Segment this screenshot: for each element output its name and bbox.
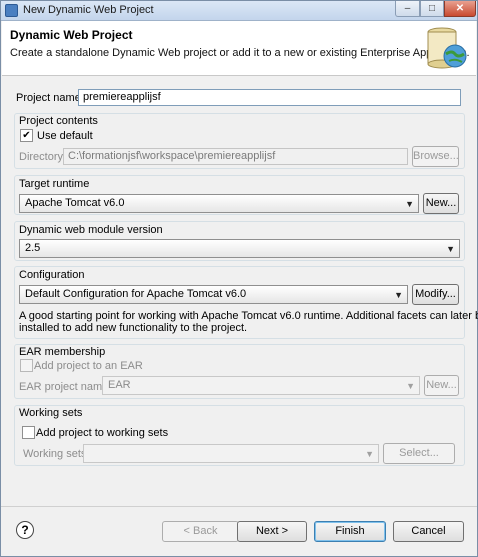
footer-separator [1, 506, 477, 507]
help-icon[interactable]: ? [16, 521, 34, 539]
ear-project-name-select[interactable]: EAR ▼ [102, 376, 420, 395]
title-bar: New Dynamic Web Project – □ ✕ [1, 1, 477, 21]
back-button[interactable]: < Back [162, 521, 239, 542]
maximize-button[interactable]: □ [420, 1, 444, 17]
configuration-description-line1: A good starting point for working with A… [19, 310, 478, 322]
dropdown-arrow-icon: ▼ [406, 381, 415, 391]
add-to-working-sets-checkbox[interactable] [22, 426, 35, 439]
working-sets-title: Working sets [19, 407, 83, 419]
configuration-value: Default Configuration for Apache Tomcat … [25, 288, 247, 300]
configuration-select[interactable]: Default Configuration for Apache Tomcat … [19, 285, 408, 304]
dropdown-arrow-icon: ▼ [365, 449, 374, 459]
wizard-title: Dynamic Web Project [10, 28, 133, 42]
directory-label: Directory: [19, 151, 67, 163]
ear-project-name-label: EAR project name: [19, 381, 112, 393]
configuration-title: Configuration [19, 269, 85, 281]
cancel-button[interactable]: Cancel [393, 521, 464, 542]
use-default-checkbox[interactable]: ✔ [20, 129, 33, 142]
ear-project-name-value: EAR [108, 379, 131, 391]
module-version-value: 2.5 [25, 242, 41, 254]
add-to-ear-label: Add project to an EAR [34, 360, 143, 372]
target-runtime-title: Target runtime [19, 178, 90, 190]
browse-button[interactable]: Browse... [412, 146, 459, 167]
working-sets-label: Working sets: [23, 448, 90, 460]
next-button[interactable]: Next > [237, 521, 307, 542]
add-to-working-sets-label: Add project to working sets [36, 427, 169, 439]
add-to-ear-checkbox[interactable] [20, 359, 33, 372]
dropdown-arrow-icon: ▼ [446, 244, 455, 254]
web-project-banner-icon [427, 27, 467, 69]
module-version-select[interactable]: 2.5 ▼ [19, 239, 460, 258]
module-version-title: Dynamic web module version [19, 224, 163, 236]
working-sets-select[interactable]: ▼ [83, 444, 379, 463]
wizard-description: Create a standalone Dynamic Web project … [10, 47, 470, 59]
eclipse-app-icon [5, 4, 18, 17]
window-title: New Dynamic Web Project [23, 4, 154, 16]
wizard-header: Dynamic Web Project Create a standalone … [2, 21, 476, 76]
project-name-input[interactable]: premiereapplijsf [78, 89, 461, 106]
close-button[interactable]: ✕ [444, 1, 476, 17]
new-runtime-button[interactable]: New... [423, 193, 459, 214]
minimize-button[interactable]: – [395, 1, 420, 17]
ear-membership-title: EAR membership [19, 346, 106, 358]
finish-button[interactable]: Finish [314, 521, 386, 542]
use-default-label: Use default [37, 130, 93, 142]
new-ear-button[interactable]: New... [424, 375, 459, 396]
modify-button[interactable]: Modify... [412, 284, 459, 305]
configuration-description-line2: installed to add new functionality to th… [19, 322, 248, 334]
dialog-window: New Dynamic Web Project – □ ✕ Dynamic We… [0, 0, 478, 557]
project-name-label: Project name: [16, 92, 84, 104]
target-runtime-select[interactable]: Apache Tomcat v6.0 ▼ [19, 194, 419, 213]
project-contents-title: Project contents [19, 115, 98, 127]
dropdown-arrow-icon: ▼ [394, 290, 403, 300]
target-runtime-value: Apache Tomcat v6.0 [25, 197, 125, 209]
dropdown-arrow-icon: ▼ [405, 199, 414, 209]
directory-input[interactable]: C:\formationjsf\workspace\premiereapplij… [63, 148, 408, 165]
select-working-sets-button[interactable]: Select... [383, 443, 455, 464]
checkmark-icon: ✔ [22, 130, 31, 141]
